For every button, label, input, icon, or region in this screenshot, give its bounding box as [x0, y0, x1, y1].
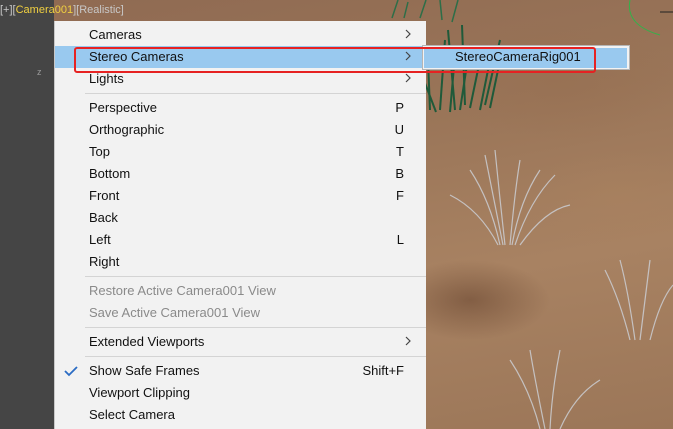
stereo-cameras-submenu: StereoCameraRig001: [422, 45, 630, 70]
menu-item-orthographic[interactable]: Orthographic U: [55, 119, 426, 141]
menu-separator: [85, 327, 426, 328]
checkmark-icon: [64, 366, 78, 377]
menu-item-restore-active-view: Restore Active Camera001 View: [89, 283, 276, 298]
shortcut-label: B: [395, 166, 404, 181]
menu-item-lights[interactable]: Lights: [55, 68, 426, 90]
axis-label: z: [37, 67, 42, 77]
menu-item-front[interactable]: Front F: [55, 185, 426, 207]
viewport-point-of-view-label[interactable]: Camera001: [16, 4, 73, 16]
menu-item-viewport-clipping[interactable]: Viewport Clipping: [55, 382, 426, 404]
viewport-label[interactable]: [+][Camera001][Realistic]: [0, 4, 124, 16]
menu-separator: [85, 276, 426, 277]
shortcut-label: F: [396, 188, 404, 203]
menu-item-extended-viewports[interactable]: Extended Viewports: [55, 331, 426, 353]
shortcut-label: P: [395, 100, 404, 115]
shortcut-label: L: [396, 232, 404, 247]
viewport-left-strip: [0, 0, 54, 429]
label-bracket: ]: [120, 4, 124, 16]
chevron-right-icon: [405, 73, 411, 83]
menu-item-left[interactable]: Left L: [55, 229, 426, 251]
chevron-right-icon: [405, 51, 411, 61]
menu-item-back[interactable]: Back: [55, 207, 426, 229]
menu-item-save-active-view: Save Active Camera001 View: [89, 305, 261, 320]
shortcut-label: Shift+F: [362, 363, 404, 378]
shortcut-label: T: [396, 144, 404, 159]
menu-separator: [85, 356, 426, 357]
menu-item-right[interactable]: Right: [55, 251, 426, 273]
menu-item-bottom[interactable]: Bottom B: [55, 163, 426, 185]
submenu-item-stereo-camera-rig[interactable]: StereoCameraRig001: [455, 49, 581, 64]
chevron-right-icon: [405, 336, 411, 346]
menu-item-top[interactable]: Top T: [55, 141, 426, 163]
chevron-right-icon: [405, 29, 411, 39]
viewport-shading-label[interactable]: Realistic: [79, 4, 121, 16]
viewport-pov-context-menu: Cameras Stereo Cameras Lights Perspectiv…: [54, 21, 426, 429]
menu-item-stereo-cameras[interactable]: Stereo Cameras: [55, 46, 426, 68]
shortcut-label: U: [394, 122, 404, 137]
menu-item-select-camera[interactable]: Select Camera: [55, 404, 426, 426]
menu-item-perspective[interactable]: Perspective P: [55, 97, 426, 119]
viewport-plus-menu[interactable]: [+]: [0, 4, 13, 16]
menu-item-show-safe-frames[interactable]: Show Safe Frames Shift+F: [55, 360, 426, 382]
menu-separator: [85, 93, 426, 94]
menu-item-cameras[interactable]: Cameras: [55, 24, 426, 46]
